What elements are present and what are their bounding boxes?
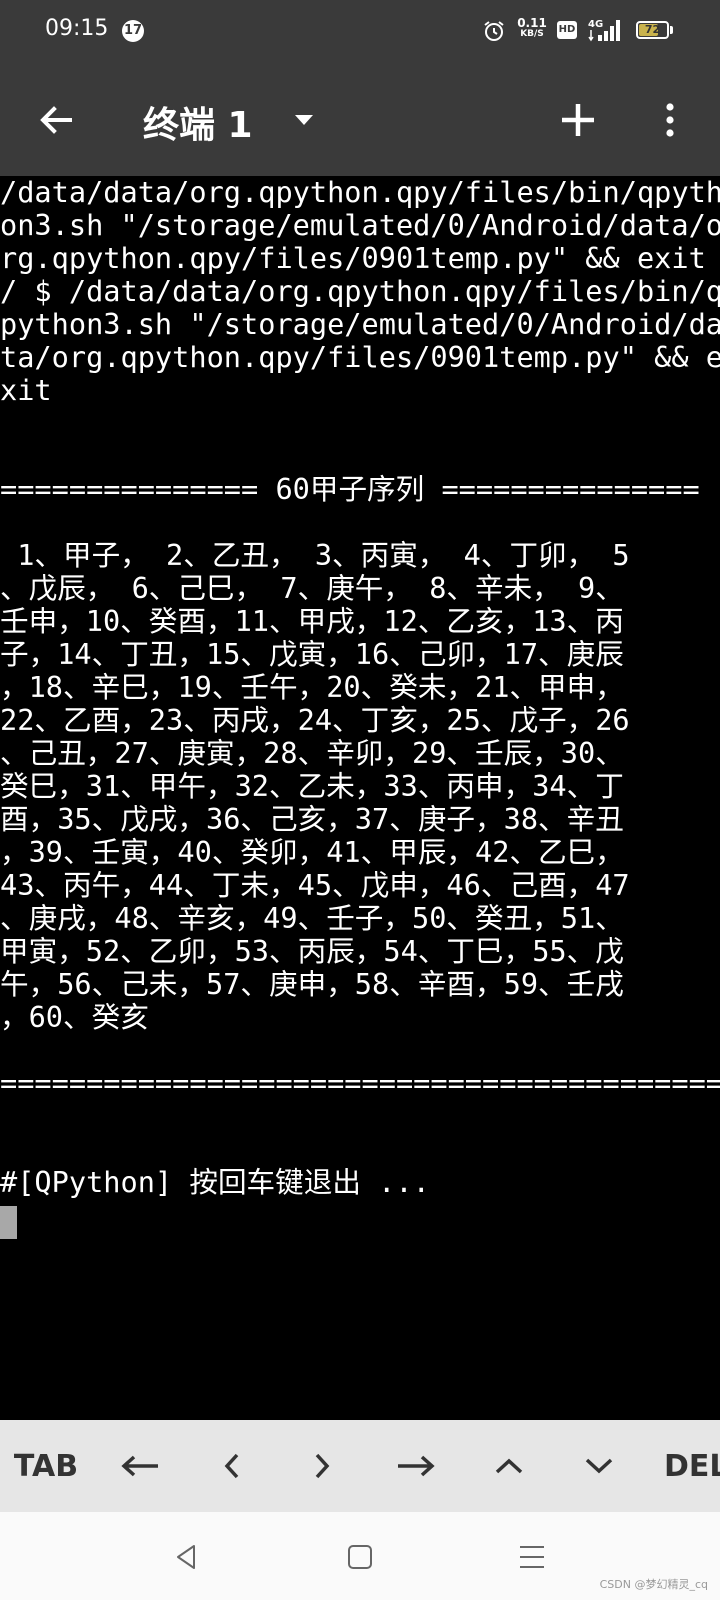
terminal-line: 甲寅，52、乙卯，53、丙辰，54、丁巳，55、戊 [0, 935, 624, 968]
left-arrow-key[interactable] [92, 1420, 188, 1512]
app-bar: 终端 1 [0, 64, 720, 176]
terminal-line: rg.qpython.qpy/files/0901temp.py" && exi… [0, 242, 706, 275]
terminal-line: / $ /data/data/org.qpython.qpy/files/bin… [0, 275, 720, 308]
dropdown-arrow-icon[interactable] [292, 112, 316, 128]
terminal-line: ta/org.qpython.qpy/files/0901temp.py" &&… [0, 341, 720, 374]
chevron-up-icon [495, 1458, 523, 1474]
nav-menu-icon[interactable] [517, 1542, 547, 1572]
del-key[interactable]: DEL [664, 1420, 720, 1512]
terminal-line: 午，56、己未，57、庚申，58、辛酉，59、壬戌 [0, 968, 624, 1001]
greater-than-key[interactable] [276, 1420, 368, 1512]
terminal-line: 、戊辰， 6、己巳， 7、庚午， 8、辛未， 9、 [0, 572, 624, 605]
less-than-key[interactable] [188, 1420, 276, 1512]
terminal-line: =============== 60甲子序列 =============== [0, 473, 700, 506]
more-options-icon[interactable] [655, 100, 685, 140]
nav-back-icon[interactable] [172, 1542, 202, 1572]
terminal-line: ，60、癸亥 [0, 1001, 149, 1034]
chevron-down-icon [585, 1458, 613, 1474]
alarm-icon [484, 21, 504, 41]
hd-icon: HD [557, 21, 577, 39]
status-bar: 09:15 17 0.11 KB/S HD 4G 72 [0, 0, 720, 64]
chevron-left-icon [224, 1453, 239, 1479]
terminal-line: /data/data/org.qpython.qpy/files/bin/qpy… [0, 176, 720, 209]
terminal-cursor [0, 1206, 17, 1239]
terminal-line: ，39、壬寅，40、癸卯，41、甲辰，42、乙巳， [0, 836, 624, 869]
terminal-line: 子，14、丁丑，15、戊寅，16、己卯，17、庚辰 [0, 638, 624, 671]
tab-key[interactable]: TAB [0, 1420, 92, 1512]
watermark: CSDN @梦幻精灵_cq [599, 1578, 708, 1591]
back-arrow-icon[interactable] [36, 100, 76, 140]
terminal-line: 、己丑，27、庚寅，28、辛卯，29、壬辰，30、 [0, 737, 624, 770]
add-session-icon[interactable] [558, 100, 598, 140]
extra-keys-bar: TAB DEL [0, 1420, 720, 1512]
network-speed-value: 0.11 [517, 16, 547, 30]
right-arrow-key[interactable] [368, 1420, 464, 1512]
notification-badge: 17 [122, 20, 144, 42]
nav-home-icon[interactable] [345, 1542, 375, 1572]
terminal-line: 酉，35、戊戌，36、己亥，37、庚子，38、辛丑 [0, 803, 624, 836]
terminal-line: 壬申，10、癸酉，11、甲戌，12、乙亥，13、丙 [0, 605, 624, 638]
terminal-output[interactable]: /data/data/org.qpython.qpy/files/bin/qpy… [0, 176, 720, 1420]
terminal-line: 癸巳，31、甲午，32、乙未，33、丙申，34、丁 [0, 770, 624, 803]
battery-icon: 72 [636, 21, 669, 39]
page-title: 终端 1 [143, 105, 253, 146]
terminal-line: on3.sh "/storage/emulated/0/Android/data… [0, 209, 720, 242]
terminal-line: 1、甲子， 2、乙丑， 3、丙寅， 4、丁卯， 5 [0, 539, 630, 572]
terminal-line: 、庚戌，48、辛亥，49、壬子，50、癸丑，51、 [0, 902, 624, 935]
left-arrow-icon [121, 1455, 158, 1477]
terminal-line: ，18、辛巳，19、壬午，20、癸未，21、甲申， [0, 671, 624, 704]
terminal-line: ========================================… [0, 1067, 720, 1100]
up-key[interactable] [464, 1420, 554, 1512]
system-nav-bar: CSDN @梦幻精灵_cq [0, 1512, 720, 1600]
signal-label: 4G [588, 19, 603, 30]
terminal-line: xit [0, 374, 52, 407]
terminal-line: 22、乙酉，23、丙戌，24、丁亥，25、戊子，26 [0, 704, 630, 737]
terminal-line: python3.sh "/storage/emulated/0/Android/… [0, 308, 720, 341]
signal-4g-icon: 4G [588, 19, 620, 42]
network-speed: 0.11 KB/S [515, 17, 549, 39]
network-speed-unit: KB/S [520, 29, 544, 39]
terminal-line: #[QPython] 按回车键退出 ... [0, 1166, 430, 1199]
chevron-right-icon [315, 1453, 330, 1479]
battery-tip [670, 26, 673, 34]
status-time: 09:15 [45, 16, 109, 41]
terminal-line: 43、丙午，44、丁未，45、戊申，46、己酉，47 [0, 869, 630, 902]
down-key[interactable] [554, 1420, 644, 1512]
battery-level: 72 [644, 23, 661, 36]
right-arrow-icon [398, 1455, 435, 1477]
